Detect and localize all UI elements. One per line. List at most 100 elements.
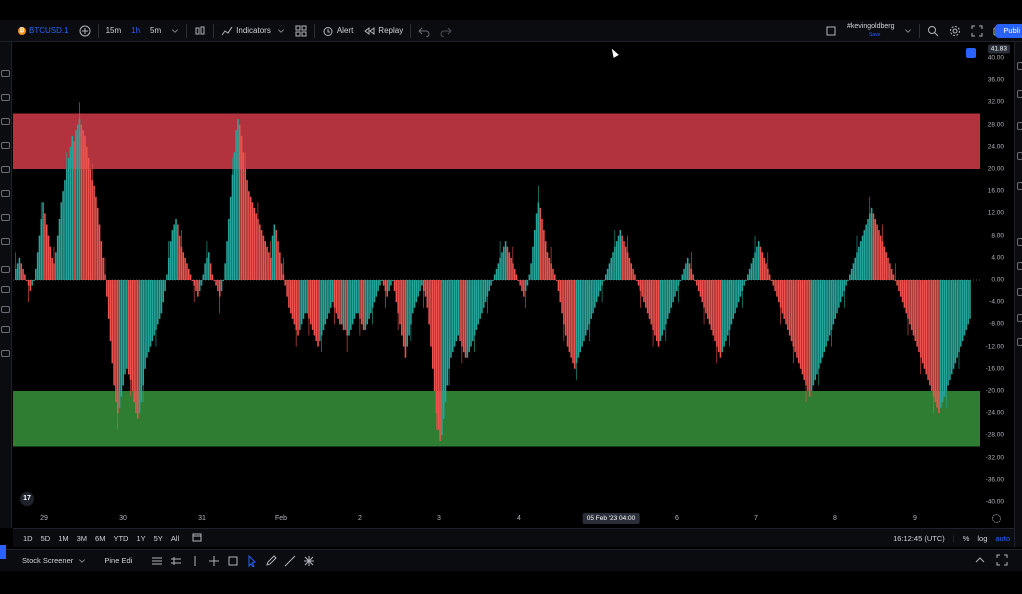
histogram-bar [856, 252, 858, 280]
range-button[interactable]: 3M [73, 534, 91, 543]
brush-tool-icon[interactable] [1, 190, 10, 197]
crosshair-icon[interactable] [208, 555, 220, 567]
replay-button[interactable]: Replay [358, 20, 408, 42]
histogram-bar [843, 280, 846, 292]
ruler-tool-icon[interactable] [1, 266, 10, 273]
axis-settings-icon[interactable] [992, 514, 1001, 523]
histogram-bar [901, 280, 904, 303]
range-button[interactable]: All [167, 534, 183, 543]
range-button[interactable]: 1M [54, 534, 72, 543]
icon-tool-icon[interactable] [1, 238, 10, 245]
tradingview-logo[interactable]: 17 [20, 492, 34, 506]
histogram-bar [612, 252, 614, 280]
goto-date-button[interactable] [191, 531, 203, 545]
fullscreen-button[interactable] [966, 20, 988, 42]
layout-button[interactable] [820, 20, 842, 42]
alert-button[interactable]: Alert [317, 20, 358, 42]
star-tool-icon[interactable] [303, 555, 315, 567]
crosshair-tool-icon[interactable] [1, 70, 10, 77]
hotlist-icon[interactable] [1017, 152, 1022, 160]
lock-tool-icon[interactable] [1, 326, 10, 333]
rectangle-icon[interactable] [227, 555, 239, 567]
histogram-bar [887, 257, 889, 280]
menu-lines-icon[interactable] [151, 555, 163, 567]
clock[interactable]: 16:12:45 (UTC) [893, 534, 945, 543]
redo-button[interactable] [435, 20, 457, 42]
log-toggle[interactable]: log [977, 534, 987, 543]
chart-pane[interactable] [13, 43, 981, 510]
magnet-tool-icon[interactable] [1, 306, 10, 313]
chevron-up-icon[interactable] [974, 554, 986, 566]
vertical-line-icon[interactable] [189, 555, 201, 567]
range-button[interactable]: 5D [37, 534, 55, 543]
histogram-bar [238, 124, 241, 280]
histogram-bar [395, 280, 398, 303]
calendar-icon[interactable] [1017, 182, 1022, 190]
range-button[interactable]: 6M [91, 534, 109, 543]
histogram-bar [311, 280, 314, 330]
settings-button[interactable] [944, 20, 966, 42]
fib-tool-icon[interactable] [1, 118, 10, 125]
data-window-icon[interactable] [1017, 122, 1022, 130]
histogram-bar [335, 280, 338, 314]
publish-button[interactable]: Publi [995, 24, 1022, 38]
range-button[interactable]: 1D [19, 534, 37, 543]
histogram-bar [437, 280, 440, 430]
price-axis[interactable]: 40.00 36.00 32.00 28.00 24.00 20.00 16.00 12.00… [981, 43, 1014, 510]
histogram-bar [849, 274, 851, 280]
chats-icon[interactable] [1017, 288, 1022, 296]
range-button[interactable]: 5Y [150, 534, 167, 543]
trendline-tool-icon[interactable] [1, 94, 10, 101]
timeframe-dropdown[interactable] [166, 20, 184, 42]
maximize-icon[interactable] [996, 554, 1008, 566]
timeframe-5m[interactable]: 5m [145, 20, 166, 42]
histogram-bar [104, 274, 106, 280]
streams-icon[interactable] [1017, 262, 1022, 270]
pen-icon[interactable] [265, 554, 278, 567]
timeframe-15m[interactable]: 15m [101, 20, 127, 42]
auto-toggle[interactable]: auto [995, 534, 1010, 543]
stock-screener-tab[interactable]: Stock Screener [0, 555, 95, 567]
prediction-tool-icon[interactable] [1, 166, 10, 173]
eye-tool-icon[interactable] [1, 350, 10, 357]
histogram-bar [839, 280, 842, 303]
side-panel-tab[interactable] [0, 545, 6, 559]
histogram-bar [599, 280, 602, 292]
help-icon[interactable] [1017, 338, 1022, 346]
oversold-zone[interactable] [13, 391, 980, 447]
histogram-bar [923, 280, 926, 369]
text-tool-icon[interactable] [1, 214, 10, 221]
pine-editor-tab[interactable]: Pine Edi [95, 556, 141, 565]
pointer-icon[interactable] [246, 554, 258, 567]
histogram-bar [668, 280, 671, 314]
time-axis[interactable]: 29 30 31 Feb 2 3 4 05 Feb '23 04:00 6 7 8 9 [13, 510, 1001, 528]
timeframe-1h[interactable]: 1h [126, 20, 145, 42]
chart-type-button[interactable] [189, 20, 211, 42]
range-button[interactable]: 1Y [132, 534, 149, 543]
scale-toggle-button[interactable] [966, 48, 976, 58]
histogram-bar [754, 252, 756, 280]
overbought-zone[interactable] [13, 113, 980, 170]
undo-button[interactable] [413, 20, 435, 42]
notifications-icon[interactable] [1017, 314, 1022, 322]
histogram-bar [197, 280, 199, 297]
layers-icon[interactable] [170, 555, 182, 567]
search-button[interactable] [922, 20, 944, 42]
alerts-icon[interactable] [1017, 90, 1022, 98]
indicators-button[interactable]: Indicators [216, 20, 290, 42]
templates-button[interactable] [290, 20, 312, 42]
watchlist-icon[interactable] [1017, 62, 1022, 70]
range-button[interactable]: YTD [109, 534, 132, 543]
pattern-tool-icon[interactable] [1, 142, 10, 149]
user-menu[interactable]: #kevingoldberg Save [842, 20, 899, 42]
histogram-bar [388, 280, 390, 292]
ideas-icon[interactable] [1017, 238, 1022, 246]
line-icon[interactable] [284, 555, 296, 567]
alarm-clock-icon [323, 26, 333, 36]
percent-toggle[interactable]: % [963, 534, 970, 543]
oscillator-chart[interactable] [13, 43, 981, 510]
zoom-tool-icon[interactable] [1, 286, 10, 293]
user-dropdown[interactable] [899, 20, 917, 42]
symbol-selector[interactable]: ₿ BTCUSD.1 [0, 20, 74, 42]
add-symbol-button[interactable] [74, 20, 96, 42]
